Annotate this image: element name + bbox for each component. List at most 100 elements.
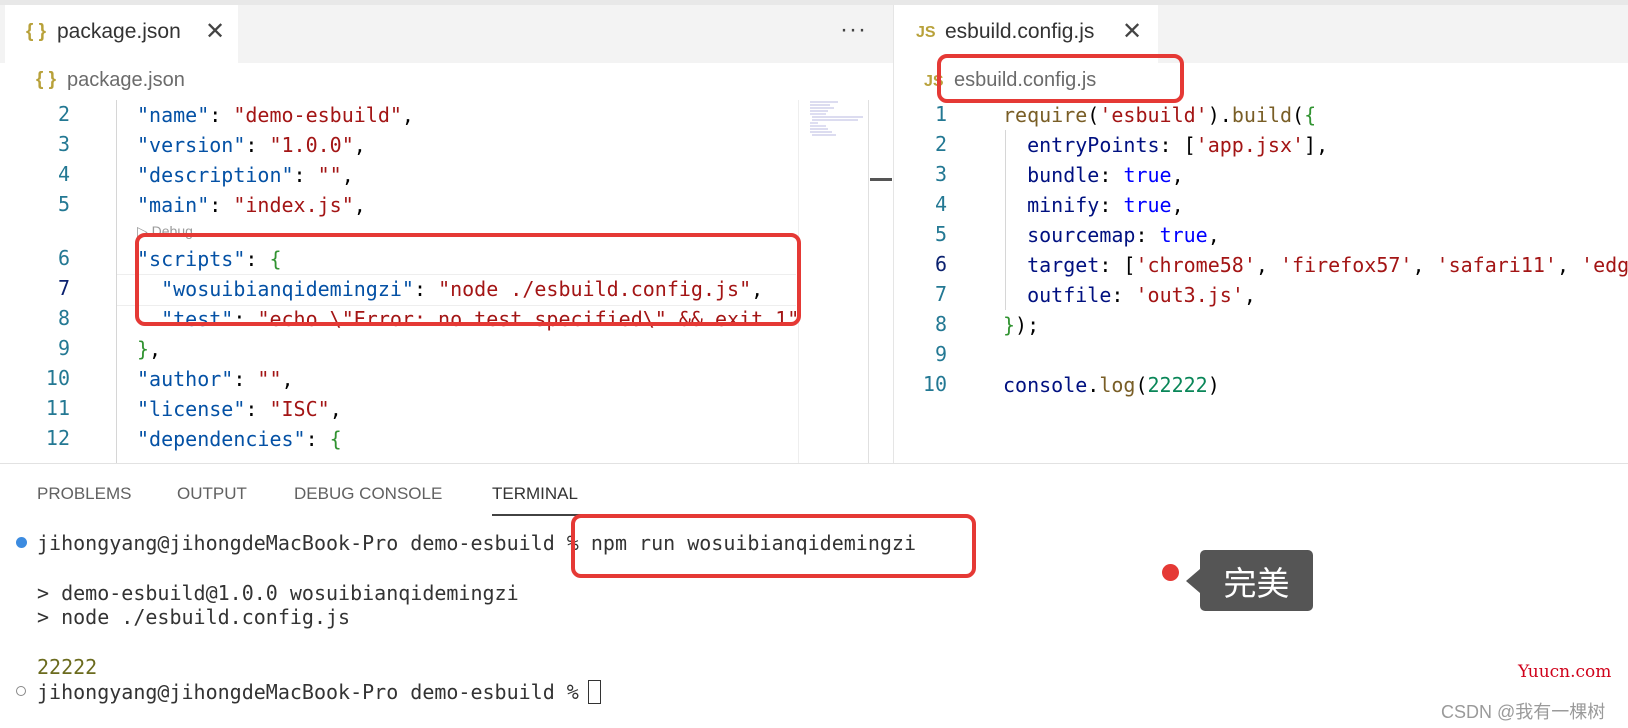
- code-token: :: [293, 163, 318, 187]
- tab-problems[interactable]: PROBLEMS: [37, 484, 131, 504]
- code-line[interactable]: "description": "",: [137, 160, 354, 190]
- line-number: 10: [922, 372, 947, 396]
- code-token: );: [1015, 313, 1040, 337]
- code-token: "": [257, 367, 282, 391]
- code-token: "name": [137, 103, 210, 127]
- code-line[interactable]: sourcemap: true,: [1003, 220, 1220, 250]
- code-token: "demo-esbuild": [233, 103, 402, 127]
- indent-guide: [116, 100, 117, 463]
- code-token: (: [1292, 103, 1305, 127]
- minimap[interactable]: [808, 100, 868, 140]
- code-token: 'esbuild': [1099, 103, 1208, 127]
- code-token: 'chrome58': [1135, 253, 1256, 277]
- tab-terminal[interactable]: TERMINAL: [492, 484, 578, 504]
- code-line[interactable]: require('esbuild').build({: [1003, 100, 1316, 130]
- line-number: 3: [57, 132, 70, 156]
- line-number: 2: [934, 132, 947, 156]
- code-token: ,: [401, 103, 414, 127]
- annotation-dot: [1162, 564, 1179, 581]
- tab-output[interactable]: OUTPUT: [177, 484, 247, 504]
- code-line[interactable]: console.log(22222): [1003, 370, 1220, 400]
- terminal-line-prompt[interactable]: jihongyang@jihongdeMacBook-Pro demo-esbu…: [37, 680, 591, 704]
- code-token: :: [233, 367, 258, 391]
- code-token: :: [1099, 163, 1124, 187]
- highlight-box-scripts: [135, 233, 801, 326]
- terminal-output-line: > node ./esbuild.config.js: [37, 605, 351, 629]
- code-token: minify: [1027, 193, 1100, 217]
- code-line[interactable]: target: ['chrome58', 'firefox57', 'safar…: [1003, 250, 1628, 280]
- scrollbar-thumb[interactable]: [870, 178, 892, 181]
- code-token: : [: [1099, 253, 1136, 277]
- more-actions-icon[interactable]: ···: [840, 16, 867, 44]
- code-line[interactable]: entryPoints: ['app.jsx'],: [1003, 130, 1328, 160]
- code-line[interactable]: });: [1003, 310, 1039, 340]
- code-token: (: [1087, 103, 1100, 127]
- code-line[interactable]: "main": "index.js",: [137, 190, 366, 220]
- code-token: 'firefox57': [1279, 253, 1413, 277]
- code-token: true: [1123, 193, 1172, 217]
- js-file-icon: JS: [916, 24, 936, 41]
- panel-divider[interactable]: [0, 463, 1628, 464]
- line-number: 8: [934, 312, 947, 336]
- code-token: : [: [1159, 133, 1196, 157]
- code-token: :: [1135, 223, 1160, 247]
- code-line[interactable]: minify: true,: [1003, 190, 1184, 220]
- code-token: "version": [137, 133, 246, 157]
- tab-package-json[interactable]: { } package.json ✕: [5, 5, 238, 63]
- close-icon[interactable]: ✕: [1122, 17, 1142, 46]
- code-token: ,: [353, 133, 366, 157]
- code-line[interactable]: "dependencies": {: [137, 424, 342, 454]
- code-token: ,: [1243, 283, 1256, 307]
- code-line[interactable]: "name": "demo-esbuild",: [137, 100, 414, 130]
- code-token: :: [1099, 193, 1124, 217]
- line-number: 7: [57, 276, 70, 300]
- line-number: 10: [45, 366, 70, 390]
- highlight-box-breadcrumb: [937, 54, 1184, 103]
- code-token: ,: [1556, 253, 1582, 277]
- vertical-scrollbar-track[interactable]: [868, 100, 869, 463]
- code-line[interactable]: outfile: 'out3.js',: [1003, 280, 1256, 310]
- code-token: build: [1231, 103, 1293, 127]
- right-code-area[interactable]: 1 require('esbuild').build({2 entryPoints…: [894, 100, 1628, 463]
- tab-label: package.json: [57, 20, 181, 43]
- code-token: ,: [281, 367, 294, 391]
- code-token: :: [209, 103, 234, 127]
- code-token: :: [1111, 283, 1136, 307]
- line-number: 11: [45, 396, 70, 420]
- code-line[interactable]: "version": "1.0.0",: [137, 130, 366, 160]
- line-number: 4: [934, 192, 947, 216]
- code-token: require: [1003, 103, 1088, 127]
- line-number: 9: [57, 336, 70, 360]
- code-token: 22222: [1147, 373, 1208, 397]
- close-icon[interactable]: ✕: [205, 17, 225, 46]
- indent-guide: [1005, 130, 1006, 310]
- code-token: target: [1027, 253, 1100, 277]
- code-line[interactable]: "license": "ISC",: [137, 394, 342, 424]
- line-number: 2: [57, 102, 70, 126]
- breadcrumb-item[interactable]: package.json: [67, 69, 185, 92]
- line-number: 9: [934, 342, 947, 366]
- code-line[interactable]: "author": "",: [137, 364, 294, 394]
- code-token: }: [137, 337, 150, 361]
- code-line[interactable]: bundle: true,: [1003, 160, 1184, 190]
- line-number: 3: [934, 162, 947, 186]
- code-line[interactable]: },: [137, 334, 161, 364]
- tab-debug-console[interactable]: DEBUG CONSOLE: [294, 484, 442, 504]
- code-token: outfile: [1027, 283, 1112, 307]
- line-number: 7: [934, 282, 947, 306]
- code-token: ,: [353, 193, 366, 217]
- code-token: "ISC": [269, 397, 330, 421]
- code-token: ,: [1412, 253, 1437, 277]
- json-file-icon: { }: [36, 69, 57, 90]
- code-token: .: [1087, 373, 1100, 397]
- json-file-icon: { }: [26, 21, 47, 42]
- code-token: "dependencies": [137, 427, 306, 451]
- terminal-output-line: > demo-esbuild@1.0.0 wosuibianqidemingzi: [37, 581, 519, 605]
- annotation-tooltip: 完美: [1200, 550, 1313, 611]
- code-token: ,: [1171, 163, 1184, 187]
